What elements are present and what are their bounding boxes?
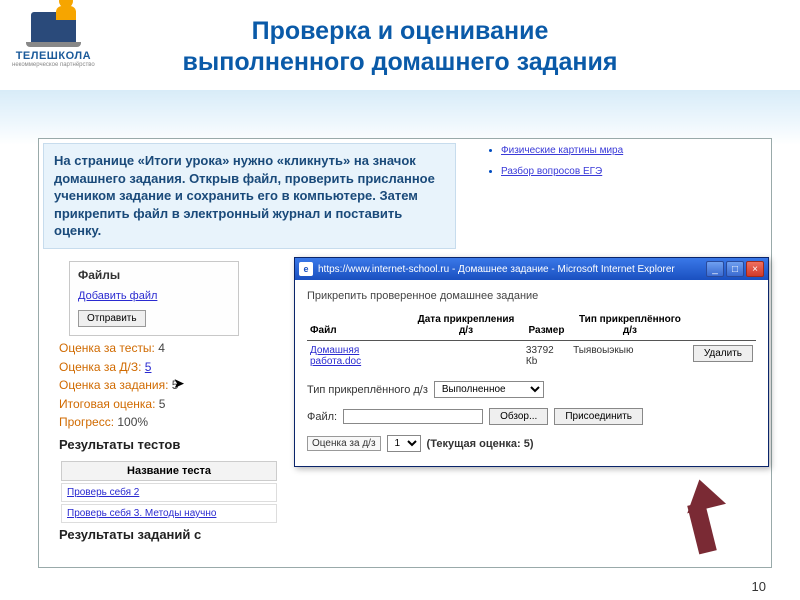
background-wave — [0, 90, 800, 145]
grade-tasks-label: Оценка за задания: — [59, 378, 168, 392]
ie-popup-window: e https://www.internet-school.ru - Домаш… — [294, 257, 769, 467]
progress-value: 100% — [117, 415, 148, 429]
ie-body: Прикрепить проверенное домашнее задание … — [295, 280, 768, 466]
main-panel: На странице «Итоги урока» нужно «кликнут… — [38, 138, 772, 568]
file-label: Файл: — [307, 411, 337, 423]
grade-select[interactable]: 1 — [387, 435, 421, 452]
tests-results-heading: Результаты тестов — [59, 437, 180, 452]
homework-file-link[interactable]: Домашняя работа.doc — [310, 345, 361, 367]
browse-button[interactable]: Обзор... — [489, 408, 548, 425]
link-phys-pictures[interactable]: Физические картины мира — [501, 145, 623, 156]
grade-label-box: Оценка за д/з — [307, 436, 381, 451]
attach-caption: Прикрепить проверенное домашнее задание — [307, 290, 756, 302]
list-item: Разбор вопросов ЕГЭ — [501, 166, 623, 177]
hw-date — [409, 341, 523, 372]
close-button[interactable]: × — [746, 261, 764, 277]
ie-titlebar[interactable]: e https://www.internet-school.ru - Домаш… — [295, 258, 768, 280]
grade-final-label: Итоговая оценка: — [59, 397, 155, 411]
page-title: Проверка и оценивание выполненного домаш… — [0, 16, 800, 79]
grade-dz-label: Оценка за Д/З: — [59, 360, 141, 374]
minimize-button[interactable]: _ — [706, 261, 724, 277]
col-actions — [690, 310, 756, 341]
type-label: Тип прикреплённого д/з — [307, 384, 428, 396]
hw-size: 33792 Кb — [523, 341, 570, 372]
attach-button[interactable]: Присоединить — [554, 408, 643, 425]
ie-icon: e — [299, 262, 313, 276]
page-number: 10 — [752, 579, 766, 594]
grades-block: Оценка за тесты: 4 Оценка за Д/З: 5 Оцен… — [59, 339, 178, 432]
ie-window-title: https://www.internet-school.ru - Домашне… — [318, 264, 706, 275]
person-icon — [59, 0, 73, 8]
title-line2: выполненного домашнего задания — [183, 48, 618, 76]
grade-final-value: 5 — [159, 397, 166, 411]
link-ege[interactable]: Разбор вопросов ЕГЭ — [501, 166, 602, 177]
right-links-list: Физические картины мира Разбор вопросов … — [487, 145, 623, 187]
files-block: Файлы Добавить файл Отправить — [69, 261, 239, 336]
col-type: Тип прикреплённого д/з — [570, 310, 690, 341]
col-date: Дата прикрепления д/з — [409, 310, 523, 341]
table-row: Проверь себя 2 — [61, 483, 277, 502]
progress-label: Прогресс: — [59, 415, 114, 429]
attachment-type-select[interactable]: Выполненное — [434, 381, 544, 398]
tests-col-name: Название теста — [61, 461, 277, 481]
files-heading: Файлы — [78, 268, 230, 282]
table-row: Проверь себя 3. Методы научно — [61, 504, 277, 523]
homework-table: Файл Дата прикрепления д/з Размер Тип пр… — [307, 310, 756, 371]
table-row: Домашняя работа.doc 33792 Кb Тыявоыэкыю … — [307, 341, 756, 372]
grade-tests-value: 4 — [158, 341, 165, 355]
test-link-1[interactable]: Проверь себя 2 — [67, 487, 139, 498]
add-file-link[interactable]: Добавить файл — [78, 290, 157, 302]
cursor-icon: ➤ — [173, 375, 185, 392]
title-line1: Проверка и оценивание — [252, 17, 549, 45]
test-link-2[interactable]: Проверь себя 3. Методы научно — [67, 508, 216, 519]
col-size: Размер — [523, 310, 570, 341]
current-grade-text: (Текущая оценка: 5) — [427, 438, 534, 450]
hw-type: Тыявоыэкыю — [570, 341, 690, 372]
delete-button[interactable]: Удалить — [693, 345, 753, 362]
grade-tests-label: Оценка за тесты: — [59, 341, 155, 355]
tasks-results-heading: Результаты заданий с — [59, 527, 201, 542]
tests-table: Название теста Проверь себя 2 Проверь се… — [59, 459, 279, 525]
instruction-callout: На странице «Итоги урока» нужно «кликнут… — [43, 143, 456, 249]
file-path-input[interactable] — [343, 409, 483, 424]
maximize-button[interactable]: □ — [726, 261, 744, 277]
send-button[interactable]: Отправить — [78, 310, 146, 327]
col-file: Файл — [307, 310, 409, 341]
list-item: Физические картины мира — [501, 145, 623, 156]
grade-dz-value[interactable]: 5 — [145, 360, 152, 374]
